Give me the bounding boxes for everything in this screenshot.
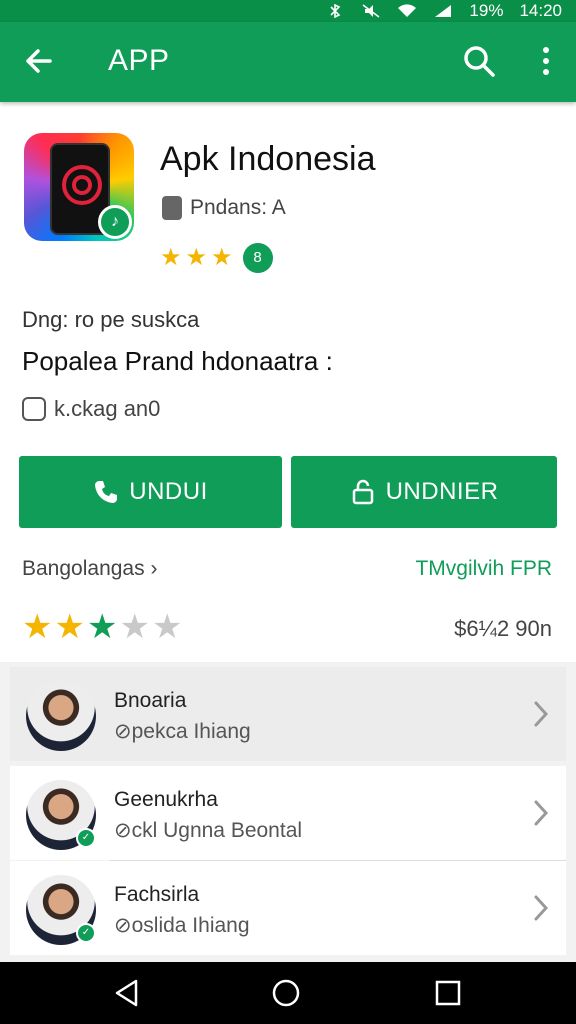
detail-line-2: Popalea Prand hdonaatra : — [22, 346, 333, 376]
battery-text: 19% — [469, 1, 504, 20]
list-item[interactable]: ✓ Fachsirla ⊘oslida Ihiang — [10, 861, 566, 955]
rating-stars: ★ ★ ★ ★ ★ — [22, 609, 182, 645]
developer-icon — [162, 196, 182, 220]
clock: 14:20 — [519, 1, 562, 20]
list-item-name: Fachsirla — [114, 883, 200, 906]
music-badge-icon: ♪ — [98, 205, 132, 239]
app-bar-title: APP — [108, 44, 170, 77]
section-action-link[interactable]: TMvgilvih FPR — [415, 557, 552, 581]
avatar — [26, 681, 96, 751]
list-item[interactable]: ✓ Geenukrha ⊘ckl Ugnna Beontal — [10, 766, 566, 860]
install-button-label: UNDUI — [129, 478, 208, 505]
more-vert-icon[interactable] — [536, 44, 556, 78]
star-half-icon: ★ — [211, 244, 233, 271]
verified-badge-icon: ✓ — [76, 923, 96, 943]
star-icon: ★ — [160, 244, 182, 271]
back-triangle-icon[interactable] — [112, 978, 142, 1008]
arrow-left-icon[interactable] — [22, 44, 56, 78]
rating-count: $6¼2 90n — [454, 616, 552, 641]
list-item-subtitle: ⊘oslida Ihiang — [114, 914, 250, 937]
system-nav-bar — [0, 962, 576, 1024]
verified-badge-icon: ✓ — [76, 828, 96, 848]
signal-icon — [435, 5, 452, 17]
app-name: Apk Indonesia — [160, 140, 376, 178]
install-button[interactable]: UNDUI — [19, 456, 282, 528]
swirl-graphic — [62, 165, 102, 205]
detail-line-3: k.ckag an0 — [22, 396, 160, 422]
recents-square-icon[interactable] — [433, 978, 463, 1008]
list-item-name: Bnoaria — [114, 689, 187, 712]
app-bar: APP — [0, 22, 576, 102]
app-icon: ♪ — [24, 133, 134, 241]
list-item-subtitle: ⊘pekca Ihiang — [114, 720, 251, 743]
home-circle-icon[interactable] — [271, 978, 301, 1008]
status-bar: 19% 14:20 — [0, 0, 576, 22]
search-icon[interactable] — [462, 44, 496, 78]
app-rating: ★ ★ ★ 8 — [160, 243, 273, 273]
developer-name: Pndans: A — [190, 196, 286, 219]
phone-icon — [95, 481, 118, 503]
star-icon: ★ — [185, 244, 208, 271]
star-icon: ★ — [54, 608, 85, 646]
detail-line-3-text: k.ckag an0 — [54, 396, 161, 421]
star-empty-icon: ★ — [119, 608, 150, 646]
editors-badge-icon: 8 — [242, 243, 273, 273]
star-icon: ★ — [22, 608, 53, 646]
content-rating-icon — [22, 397, 46, 421]
chevron-right-icon — [534, 701, 549, 727]
bluetooth-icon — [330, 4, 341, 18]
chevron-right-icon — [534, 800, 549, 826]
list-item[interactable]: Bnoaria ⊘pekca Ihiang — [10, 667, 566, 761]
star-icon: ★ — [86, 608, 118, 646]
chevron-right-icon — [534, 895, 549, 921]
list-item-subtitle: ⊘ckl Ugnna Beontal — [114, 819, 303, 842]
wifi-icon — [398, 4, 417, 18]
detail-line-1: Dng: ro pe suskca — [22, 307, 200, 332]
section-title[interactable]: Bangolangas › — [22, 557, 157, 581]
developer-row[interactable]: Pndans: A — [162, 196, 286, 220]
star-empty-icon: ★ — [151, 608, 183, 646]
mute-icon — [362, 4, 380, 18]
list-item-name: Geenukrha — [114, 788, 218, 811]
open-button[interactable]: UNDNIER — [291, 456, 557, 528]
lock-icon — [352, 479, 373, 505]
open-button-label: UNDNIER — [385, 478, 499, 505]
